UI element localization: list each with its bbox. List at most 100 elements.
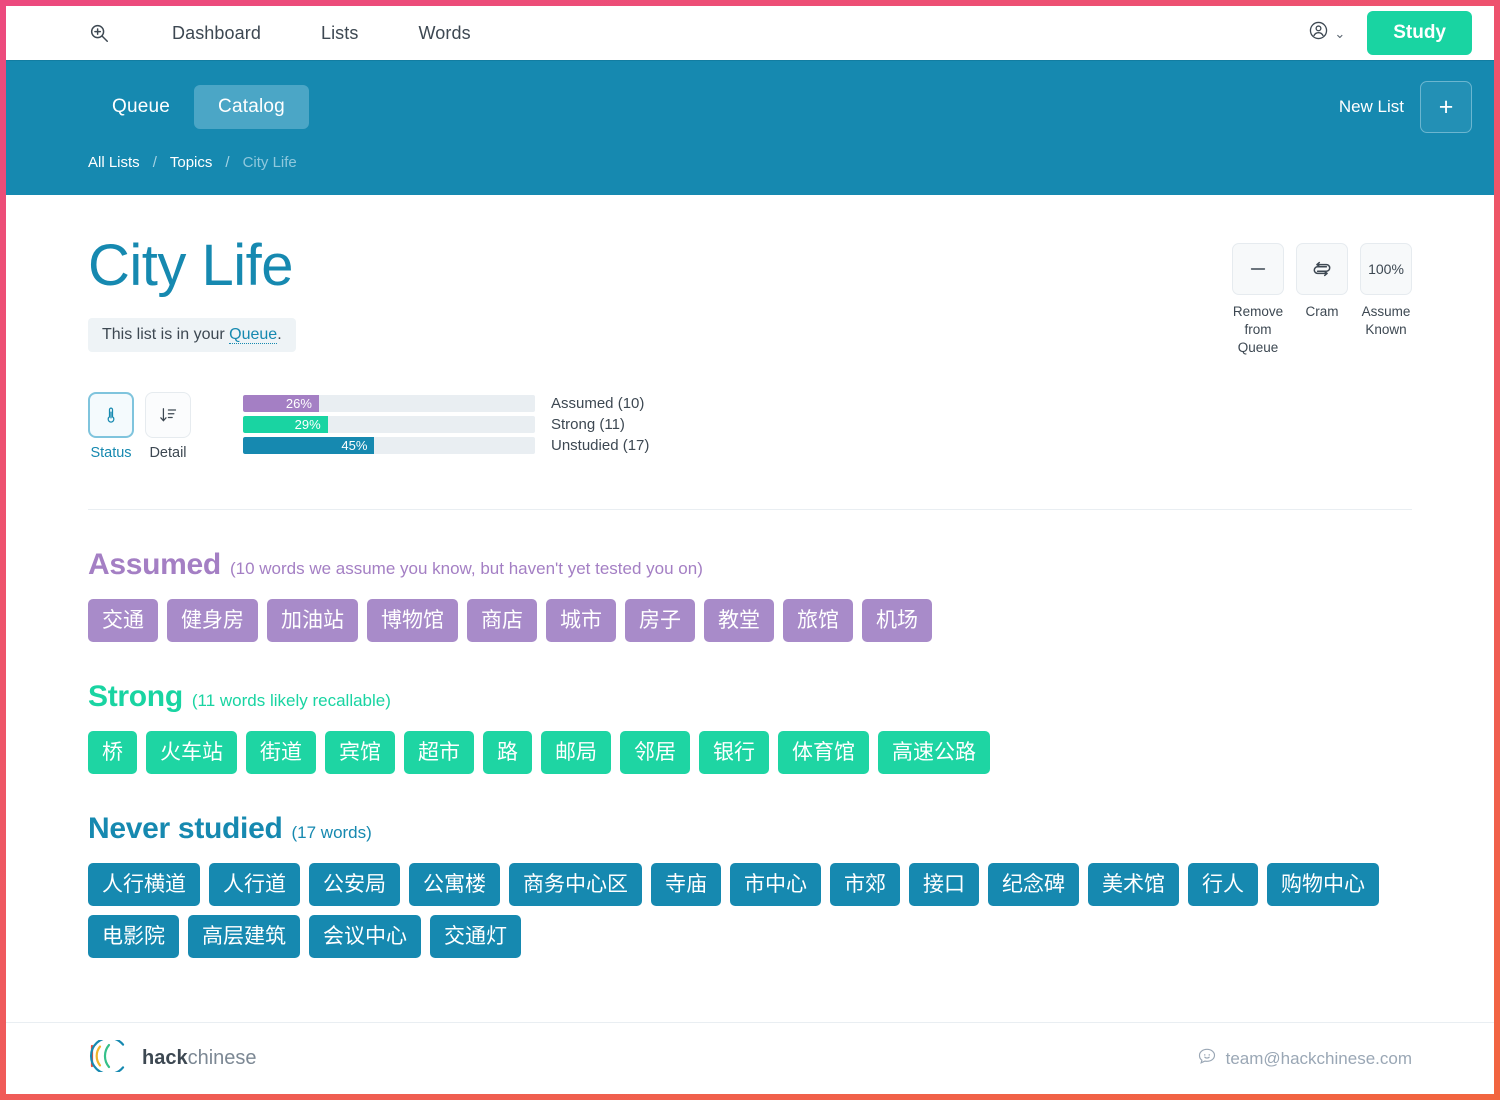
- logo-bold: hack: [142, 1047, 188, 1069]
- bar-legend-strong: Strong (11): [551, 416, 625, 433]
- breadcrumb: All Lists / Topics / City Life: [88, 154, 1472, 171]
- minus-icon-button[interactable]: [1232, 243, 1284, 295]
- word-chip[interactable]: 接口: [909, 863, 979, 906]
- word-chip[interactable]: 高速公路: [878, 731, 990, 774]
- percent-value: 100%: [1368, 261, 1404, 277]
- section-assumed: Assumed (10 words we assume you know, bu…: [88, 548, 1412, 642]
- word-chip[interactable]: 体育馆: [778, 731, 869, 774]
- new-list-label: New List: [1339, 97, 1404, 117]
- word-chip-list-never-studied: 人行横道人行道公安局公寓楼商务中心区寺庙市中心市郊接口纪念碑美术馆行人购物中心电…: [88, 863, 1412, 958]
- cram-loop-icon-button[interactable]: [1296, 243, 1348, 295]
- word-chip[interactable]: 纪念碑: [988, 863, 1079, 906]
- hackchinese-arcs-icon: [88, 1040, 132, 1077]
- percent-100-icon-button[interactable]: 100%: [1360, 243, 1412, 295]
- word-chip[interactable]: 公寓楼: [409, 863, 500, 906]
- action-assume-known[interactable]: 100% Assume Known: [1360, 243, 1412, 358]
- word-chip[interactable]: 交通: [88, 599, 158, 642]
- word-chip[interactable]: 商店: [467, 599, 537, 642]
- title-row: City Life This list is in your Queue. Re…: [88, 237, 1412, 358]
- bar-fill-unstudied: 45%: [243, 437, 374, 454]
- breadcrumb-current: City Life: [243, 154, 297, 171]
- page-footer: hackchinese team@hackchinese.com: [6, 1022, 1494, 1094]
- word-chip[interactable]: 寺庙: [651, 863, 721, 906]
- section-divider: [88, 509, 1412, 510]
- word-chip[interactable]: 桥: [88, 731, 137, 774]
- bar-track: 26%: [243, 395, 535, 412]
- word-chip[interactable]: 会议中心: [309, 915, 421, 958]
- footer-contact[interactable]: team@hackchinese.com: [1197, 1046, 1412, 1071]
- main-content: City Life This list is in your Queue. Re…: [6, 195, 1494, 1022]
- word-chip[interactable]: 火车站: [146, 731, 237, 774]
- queue-link[interactable]: Queue: [229, 326, 277, 344]
- word-chip[interactable]: 电影院: [88, 915, 179, 958]
- word-chip[interactable]: 银行: [699, 731, 769, 774]
- thermometer-icon-button[interactable]: [88, 392, 134, 438]
- study-button[interactable]: Study: [1367, 11, 1472, 55]
- section-title-strong: Strong: [88, 680, 183, 714]
- tab-row: Queue Catalog New List +: [88, 61, 1472, 133]
- new-list-button[interactable]: +: [1420, 81, 1472, 133]
- nav-link-dashboard[interactable]: Dashboard: [172, 23, 261, 44]
- nav-link-words[interactable]: Words: [418, 23, 470, 44]
- word-chip[interactable]: 路: [483, 731, 532, 774]
- word-chip[interactable]: 市中心: [730, 863, 821, 906]
- bar-track: 45%: [243, 437, 535, 454]
- nav-link-lists[interactable]: Lists: [321, 23, 359, 44]
- view-mode-detail[interactable]: Detail: [145, 392, 191, 461]
- word-chip[interactable]: 街道: [246, 731, 316, 774]
- word-chip[interactable]: 高层建筑: [188, 915, 300, 958]
- view-mode-toggle: Status Detail: [88, 392, 191, 461]
- section-subtitle-assumed: (10 words we assume you know, but haven'…: [230, 559, 703, 579]
- app-frame: Dashboard Lists Words ⌄ Study Queue Cata…: [6, 6, 1494, 1094]
- logo-wordmark: hackchinese: [142, 1047, 257, 1070]
- bar-track: 29%: [243, 416, 535, 433]
- action-label-assume-known: Assume Known: [1360, 303, 1412, 339]
- word-chip[interactable]: 邻居: [620, 731, 690, 774]
- section-subtitle-strong: (11 words likely recallable): [192, 691, 391, 711]
- action-remove-from-queue[interactable]: Remove from Queue: [1232, 243, 1284, 358]
- word-chip[interactable]: 公安局: [309, 863, 400, 906]
- queue-note-suffix: .: [277, 326, 281, 343]
- account-menu[interactable]: ⌄: [1308, 20, 1345, 46]
- page-title: City Life: [88, 237, 1232, 295]
- word-chip[interactable]: 旅馆: [783, 599, 853, 642]
- breadcrumb-topics[interactable]: Topics: [170, 154, 213, 171]
- word-chip[interactable]: 博物馆: [367, 599, 458, 642]
- bar-legend-assumed: Assumed (10): [551, 395, 644, 412]
- search-icon[interactable]: [88, 22, 110, 44]
- view-mode-status[interactable]: Status: [88, 392, 134, 461]
- section-header: Assumed (10 words we assume you know, bu…: [88, 548, 1412, 582]
- word-chip[interactable]: 市郊: [830, 863, 900, 906]
- word-chip[interactable]: 宾馆: [325, 731, 395, 774]
- word-chip[interactable]: 邮局: [541, 731, 611, 774]
- sort-descending-icon-button[interactable]: [145, 392, 191, 438]
- word-chip[interactable]: 人行横道: [88, 863, 200, 906]
- word-chip[interactable]: 加油站: [267, 599, 358, 642]
- word-chip[interactable]: 教堂: [704, 599, 774, 642]
- word-chip[interactable]: 超市: [404, 731, 474, 774]
- top-navigation-bar: Dashboard Lists Words ⌄ Study: [6, 6, 1494, 60]
- word-chip[interactable]: 机场: [862, 599, 932, 642]
- footer-email: team@hackchinese.com: [1226, 1049, 1412, 1069]
- sub-navigation-band: Queue Catalog New List + All Lists / Top…: [6, 60, 1494, 195]
- word-chip[interactable]: 交通灯: [430, 915, 521, 958]
- tab-queue[interactable]: Queue: [88, 85, 194, 129]
- word-chip[interactable]: 商务中心区: [509, 863, 642, 906]
- breadcrumb-all-lists[interactable]: All Lists: [88, 154, 140, 171]
- word-chip[interactable]: 人行道: [209, 863, 300, 906]
- view-mode-status-label: Status: [88, 445, 134, 461]
- chat-smile-icon: [1197, 1046, 1217, 1071]
- chart-bar-row: 45% Unstudied (17): [243, 437, 649, 454]
- action-cram[interactable]: Cram: [1296, 243, 1348, 358]
- word-chip[interactable]: 城市: [546, 599, 616, 642]
- site-logo[interactable]: hackchinese: [88, 1040, 257, 1077]
- word-chip[interactable]: 美术馆: [1088, 863, 1179, 906]
- breadcrumb-separator: /: [225, 154, 229, 171]
- word-chip[interactable]: 行人: [1188, 863, 1258, 906]
- word-chip[interactable]: 购物中心: [1267, 863, 1379, 906]
- tab-catalog[interactable]: Catalog: [194, 85, 309, 129]
- word-chip[interactable]: 房子: [625, 599, 695, 642]
- bar-legend-unstudied: Unstudied (17): [551, 437, 649, 454]
- word-chip[interactable]: 健身房: [167, 599, 258, 642]
- section-subtitle-never-studied: (17 words): [292, 823, 372, 843]
